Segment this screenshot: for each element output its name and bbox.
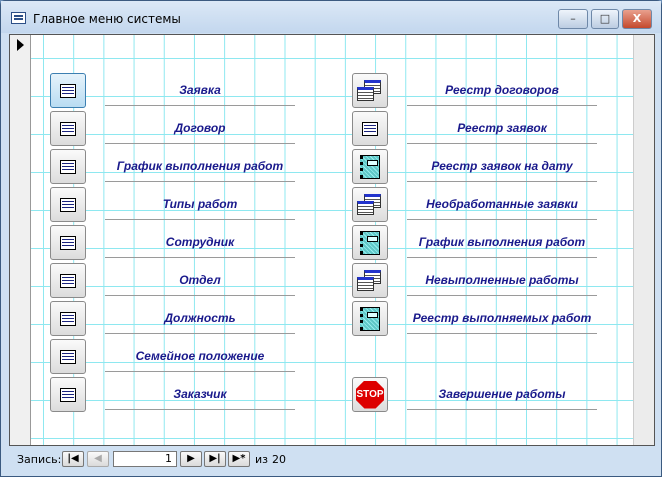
menu-item-label[interactable]: Должность [105, 311, 295, 334]
form-icon [60, 387, 76, 402]
exit-label[interactable]: Завершение работы [407, 387, 597, 410]
minimize-button[interactable]: – [558, 9, 588, 29]
next-record-button[interactable]: ▶ [180, 451, 202, 467]
open-form-button[interactable] [50, 225, 86, 260]
current-record-arrow-icon [17, 39, 24, 51]
open-item-button[interactable] [352, 225, 388, 260]
form-icon [60, 349, 76, 364]
form-icon [60, 235, 76, 250]
form-icon [60, 197, 76, 212]
open-form-button[interactable] [50, 111, 86, 146]
stop-icon: STOP [356, 380, 384, 409]
open-form-button[interactable] [50, 187, 86, 222]
form-icon [60, 83, 76, 98]
table-icon [357, 193, 383, 216]
close-button[interactable]: X [622, 9, 652, 29]
report-icon [360, 154, 380, 179]
menu-item-label[interactable]: Реестр договоров [407, 83, 597, 106]
table-icon [357, 79, 383, 102]
open-form-button[interactable] [50, 339, 86, 374]
vertical-scrollbar[interactable] [633, 35, 654, 445]
menu-item-label[interactable]: Семейное положение [105, 349, 295, 372]
main-menu-window: Главное меню системы – □ X Заявка Догово… [0, 0, 662, 477]
record-selector[interactable] [10, 35, 31, 445]
menu-item-label[interactable]: Договор [105, 121, 295, 144]
menu-item-label[interactable]: Типы работ [105, 197, 295, 220]
maximize-button[interactable]: □ [591, 9, 619, 29]
open-item-button[interactable] [352, 149, 388, 184]
record-navigator: Запись: |◀ ◀ 1 ▶ ▶| ▶* из 20 [1, 447, 661, 469]
menu-item-label[interactable]: Заказчик [105, 387, 295, 410]
form-icon [60, 159, 76, 174]
menu-item-label[interactable]: График выполнения работ [105, 159, 295, 182]
form-icon [60, 311, 76, 326]
first-record-button[interactable]: |◀ [62, 451, 84, 467]
menu-item-label[interactable]: Заявка [105, 83, 295, 106]
open-form-button[interactable] [50, 73, 86, 108]
form-app-icon [11, 12, 26, 24]
open-form-button[interactable] [50, 377, 86, 412]
open-item-button[interactable] [352, 111, 388, 146]
open-form-button[interactable] [50, 149, 86, 184]
menu-item-label[interactable]: Реестр выполняемых работ [407, 311, 597, 334]
report-icon [360, 230, 380, 255]
menu-item-label[interactable]: Реестр заявок на дату [407, 159, 597, 182]
window-title: Главное меню системы [33, 12, 181, 26]
report-icon [360, 306, 380, 331]
exit-button[interactable]: STOP [352, 377, 388, 412]
open-form-button[interactable] [50, 301, 86, 336]
form-icon [60, 273, 76, 288]
record-total: 20 [272, 453, 286, 466]
table-icon [357, 269, 383, 292]
menu-item-label[interactable]: Отдел [105, 273, 295, 296]
record-label: Запись: [17, 453, 62, 466]
previous-record-button[interactable]: ◀ [87, 451, 109, 467]
open-item-button[interactable] [352, 263, 388, 298]
menu-item-label[interactable]: Необработанные заявки [407, 197, 597, 220]
menu-item-label[interactable]: График выполнения работ [407, 235, 597, 258]
form-icon [60, 121, 76, 136]
open-form-button[interactable] [50, 263, 86, 298]
last-record-button[interactable]: ▶| [204, 451, 226, 467]
form-icon [362, 121, 378, 136]
open-item-button[interactable] [352, 73, 388, 108]
record-number-input[interactable]: 1 [113, 451, 177, 467]
of-label: из [255, 453, 268, 466]
menu-item-label[interactable]: Невыполненные работы [407, 273, 597, 296]
open-item-button[interactable] [352, 301, 388, 336]
menu-item-label[interactable]: Реестр заявок [407, 121, 597, 144]
open-item-button[interactable] [352, 187, 388, 222]
new-record-button[interactable]: ▶* [228, 451, 250, 467]
menu-item-label[interactable]: Сотрудник [105, 235, 295, 258]
title-bar: Главное меню системы – □ X [1, 1, 661, 33]
